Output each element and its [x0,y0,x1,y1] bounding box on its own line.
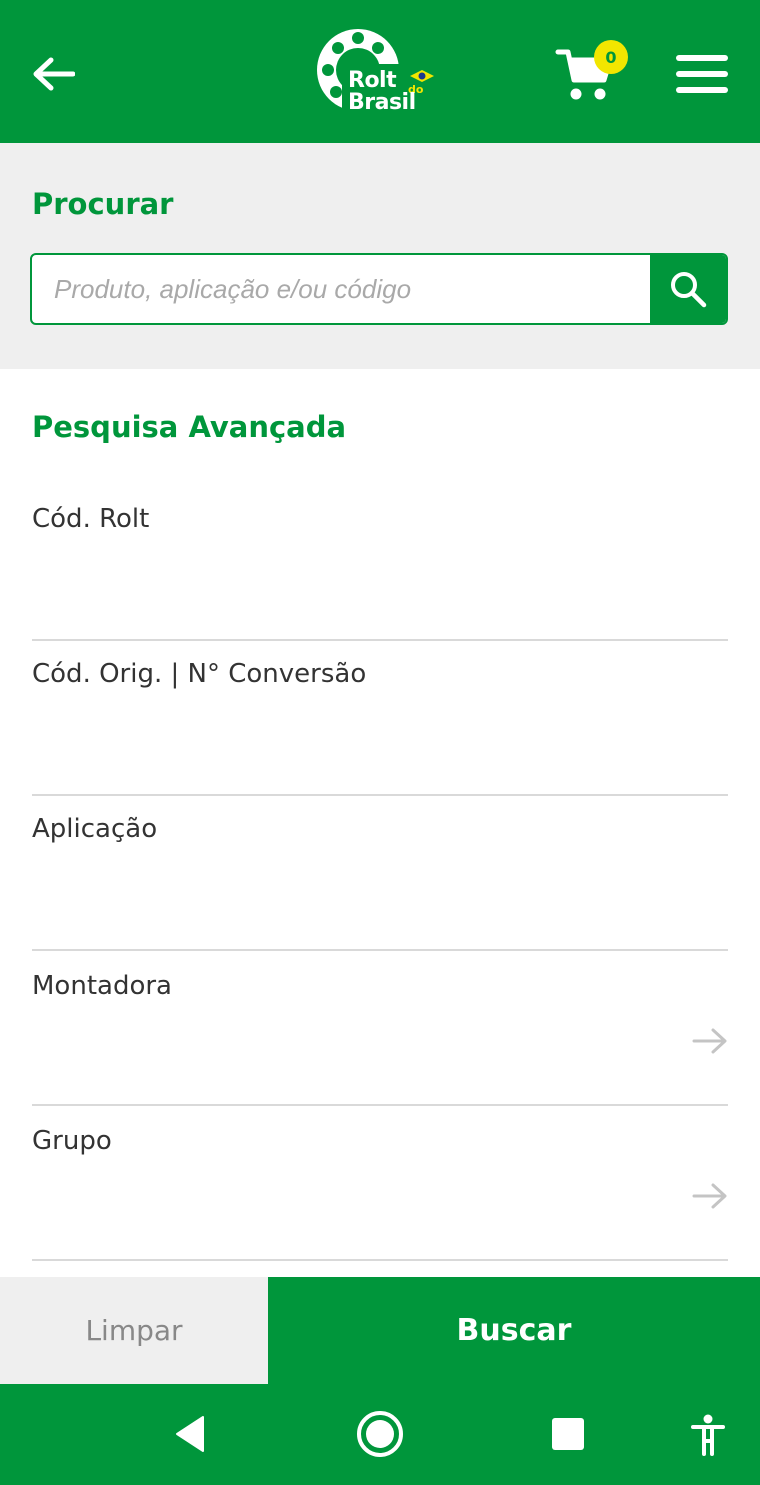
field-label: Cód. Rolt [32,504,150,534]
logo-text-brasil: Brasil [348,90,416,115]
system-back-button[interactable] [166,1412,214,1456]
home-circle-icon [357,1411,403,1457]
search-title: Procurar [32,187,174,221]
field-label: Aplicação [32,814,158,844]
submit-search-button[interactable]: Buscar [268,1277,760,1384]
arrow-right-icon [692,1183,727,1209]
search-box [30,253,728,325]
rolt-do-brasil-logo[interactable]: Rolt do Brasil [312,24,446,120]
field-aplicacao[interactable]: Aplicação [32,796,728,951]
logo-text-rolt: Rolt [348,68,397,93]
field-label: Cód. Orig. | N° Conversão [32,659,367,689]
advanced-search-title: Pesquisa Avançada [32,410,347,444]
field-cod-orig[interactable]: Cód. Orig. | N° Conversão [32,641,728,796]
system-recents-button[interactable] [548,1414,588,1454]
system-home-button[interactable] [354,1408,406,1460]
field-label: Grupo [32,1126,112,1156]
system-accessibility-button[interactable] [688,1412,728,1458]
arrow-right-icon [692,1028,727,1054]
action-bar: Limpar Buscar [0,1277,760,1384]
field-label: Montadora [32,971,172,1001]
menu-button[interactable] [674,52,730,96]
recents-square-icon [552,1418,584,1450]
system-navigation-bar [0,1384,760,1485]
arrow-left-icon [33,57,75,91]
back-triangle-icon [176,1416,204,1452]
back-button[interactable] [28,50,78,98]
app-header: Rolt do Brasil 0 [0,0,760,143]
cart-count-badge: 0 [594,40,628,74]
field-grupo[interactable]: Grupo [32,1106,728,1261]
field-cod-rolt[interactable]: Cód. Rolt [32,486,728,641]
search-icon [671,272,707,308]
field-montadora[interactable]: Montadora [32,951,728,1106]
search-button[interactable] [650,255,726,323]
accessibility-icon [691,1414,725,1456]
search-input[interactable] [32,255,652,323]
search-section: Procurar [0,143,760,369]
clear-button[interactable]: Limpar [0,1277,268,1384]
hamburger-icon [676,55,728,93]
